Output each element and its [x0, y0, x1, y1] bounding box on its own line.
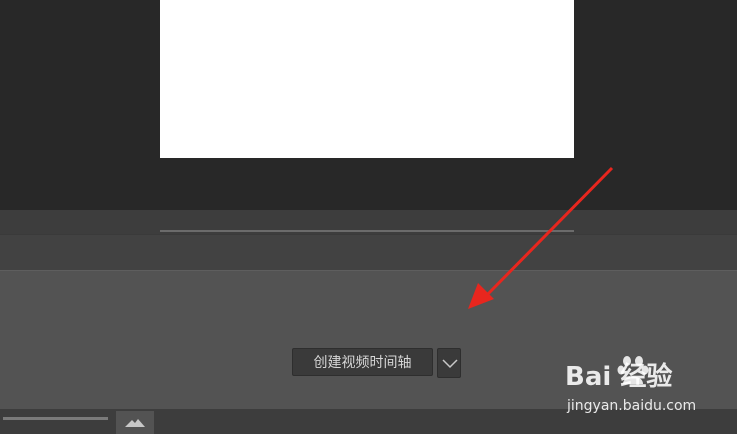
timeline-panel-toolbar: [0, 270, 737, 318]
canvas-status-strip: [0, 210, 737, 234]
baidu-jingyan-watermark: Bai 经验 jingyan.baidu.com: [563, 352, 703, 422]
timeline-zoom-slider[interactable]: [3, 417, 108, 420]
create-video-timeline-button[interactable]: 创建视频时间轴: [292, 348, 433, 376]
watermark-url: jingyan.baidu.com: [567, 398, 697, 414]
zoom-mountain-button[interactable]: [116, 411, 154, 434]
canvas-scrollbar-line[interactable]: [160, 230, 574, 232]
mountain-icon: [125, 419, 145, 427]
baidu-paw-icon: [617, 356, 649, 384]
timeline-panel-tabbar: [0, 234, 737, 271]
document-canvas[interactable]: [160, 0, 574, 158]
chevron-down-icon: [442, 359, 458, 369]
canvas-area: [0, 0, 737, 210]
timeline-mode-dropdown[interactable]: [437, 348, 461, 378]
